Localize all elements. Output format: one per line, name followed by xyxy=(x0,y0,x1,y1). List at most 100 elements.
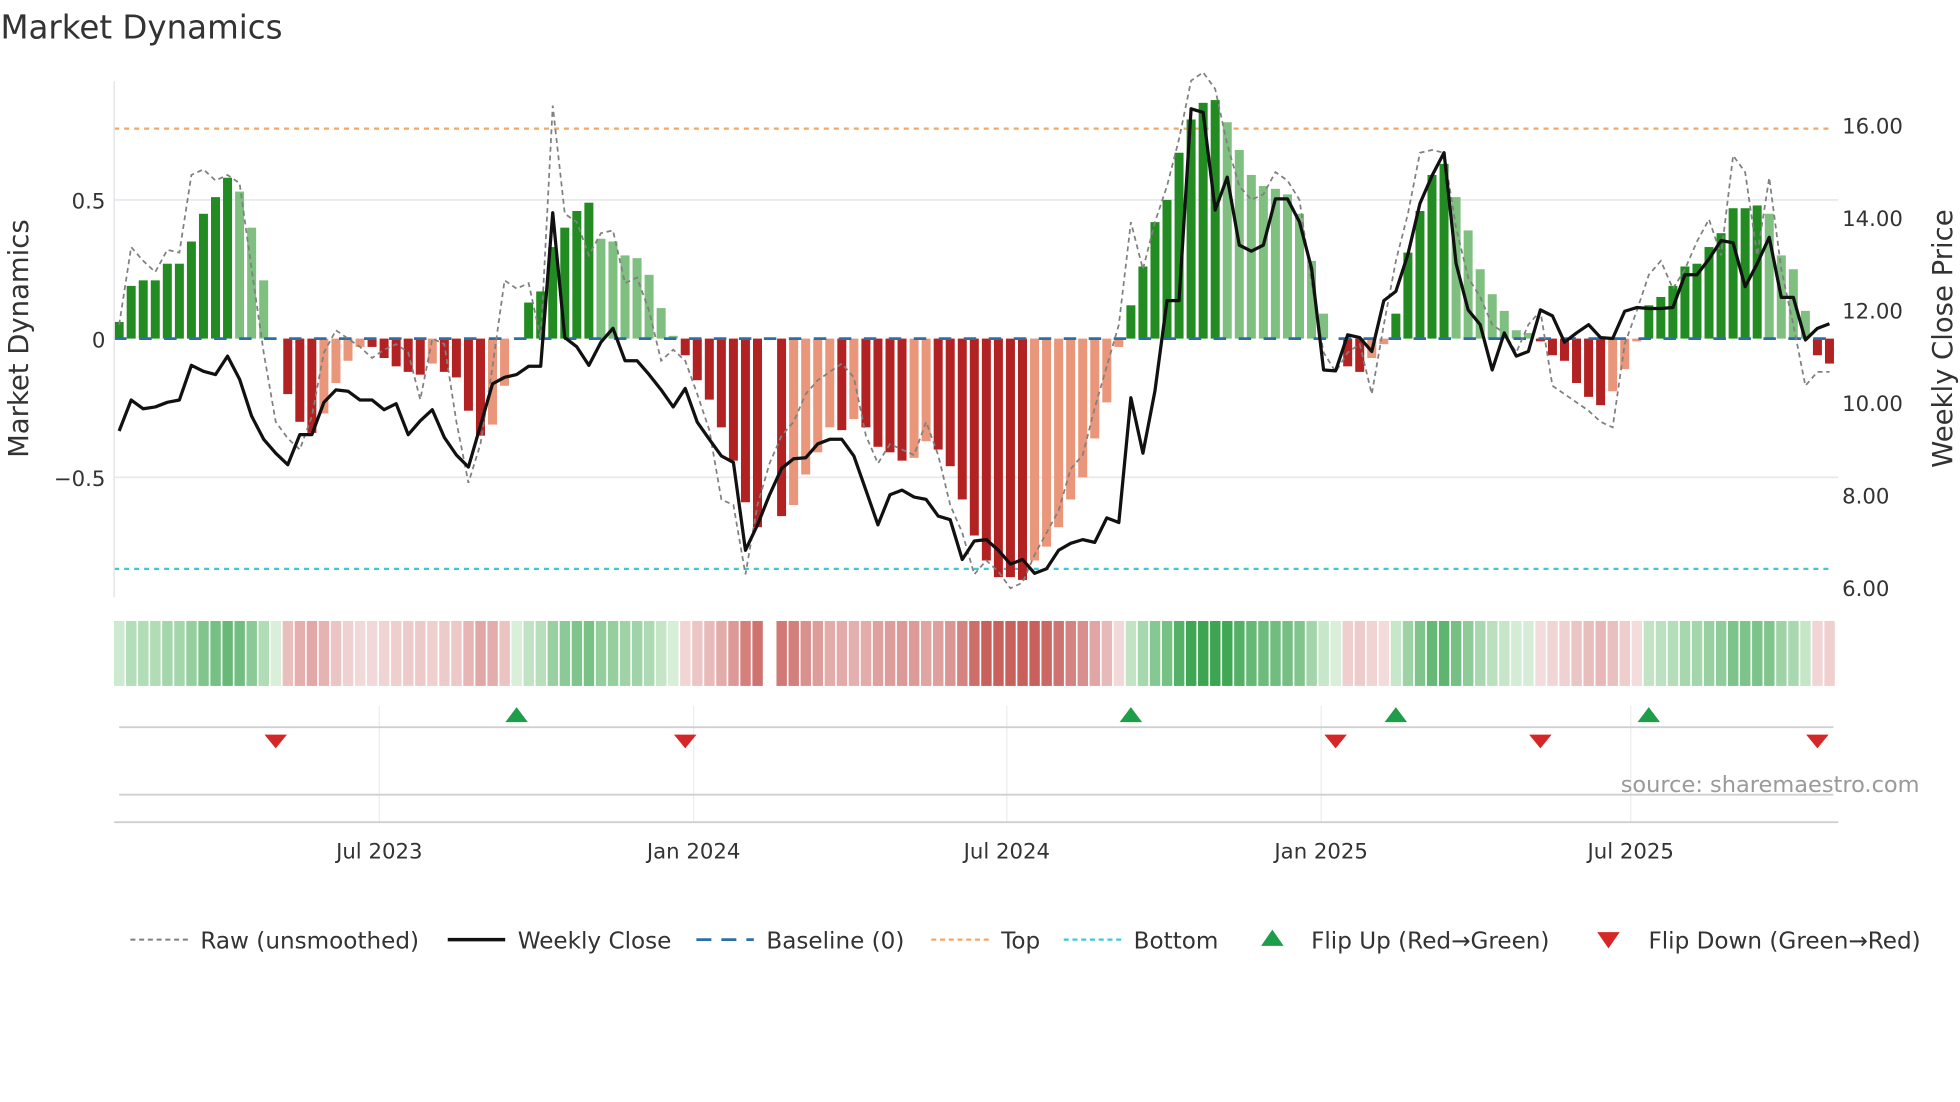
strip-cell xyxy=(547,620,559,686)
y-axis-label: Market Dynamics xyxy=(3,219,35,458)
strip-cell xyxy=(872,620,884,686)
strip-cell xyxy=(583,620,595,686)
strip-cell xyxy=(1089,620,1101,686)
strip-cell xyxy=(740,620,751,686)
strip-cell xyxy=(1053,620,1064,686)
strip-cell xyxy=(981,620,992,686)
dynamics-bar xyxy=(138,280,148,339)
strip-cell xyxy=(270,620,282,686)
dynamics-bar xyxy=(656,308,666,339)
dynamics-bar xyxy=(1463,230,1473,339)
dynamics-bar xyxy=(969,338,979,536)
dynamics-bar xyxy=(680,338,690,356)
strip-cell xyxy=(656,620,667,686)
dynamics-bar xyxy=(933,338,943,450)
strip-cell xyxy=(1559,620,1570,686)
strip-cell xyxy=(1607,620,1618,686)
strip-cell xyxy=(1727,620,1739,686)
dynamics-bar xyxy=(1210,100,1220,339)
strip-cell xyxy=(1667,620,1679,686)
strip-cell xyxy=(908,620,920,686)
strip-cell xyxy=(993,620,1004,686)
strip-cell xyxy=(222,620,233,686)
dynamics-bar xyxy=(1656,296,1666,339)
strip-cell xyxy=(836,620,848,686)
dynamics-bar xyxy=(1126,305,1136,339)
dynamics-bar xyxy=(1728,208,1738,339)
dynamics-bar xyxy=(1246,174,1256,339)
x-tick-label: Jan 2025 xyxy=(1272,839,1368,864)
dynamics-bar xyxy=(1668,285,1678,339)
flip-down-marker xyxy=(1806,734,1829,749)
dynamics-bar xyxy=(126,285,136,339)
x-tick-label: Jul 2025 xyxy=(1586,839,1674,864)
strip-cell xyxy=(1294,620,1305,686)
strip-cell xyxy=(1511,620,1522,686)
strip-cell xyxy=(692,620,703,686)
y-tick-label: 0 xyxy=(92,328,106,353)
x-tick-label: Jul 2023 xyxy=(334,839,422,864)
strip-cell xyxy=(427,620,438,686)
dynamics-bar xyxy=(1415,211,1425,339)
chart-title: Market Dynamics xyxy=(0,9,282,47)
strip-cell xyxy=(1173,620,1185,686)
strip-cell xyxy=(306,620,318,686)
strip-cell xyxy=(921,620,932,686)
strip-cell xyxy=(1475,620,1486,686)
dynamics-bar xyxy=(644,274,654,339)
dynamics-bar xyxy=(1150,222,1160,339)
y2-tick-label: 10.00 xyxy=(1842,392,1903,417)
dynamics-bar xyxy=(223,177,233,339)
strip-cell xyxy=(378,620,390,686)
strip-cell xyxy=(1655,620,1667,686)
strip-cell xyxy=(1800,620,1811,686)
strip-cell xyxy=(668,620,679,686)
dynamics-bar xyxy=(1608,338,1618,392)
legend-label: Flip Down (Green→Red) xyxy=(1648,928,1920,954)
dynamics-bar xyxy=(1812,338,1822,356)
legend-label: Bottom xyxy=(1134,928,1219,954)
strip-cell xyxy=(1438,620,1450,686)
market-dynamics-chart: Market Dynamics 0.5 0 −0.5 16.00 14.00 12.00 1… xyxy=(0,9,1959,955)
strip-cell xyxy=(330,620,342,686)
dynamics-bar xyxy=(1572,338,1582,383)
dynamics-bar xyxy=(596,238,606,339)
dynamics-bar xyxy=(1282,194,1292,339)
dynamics-bar xyxy=(174,263,184,339)
strip-cell xyxy=(680,620,691,686)
strip-cell xyxy=(535,620,546,686)
strip-cell xyxy=(463,620,474,686)
strip-cell xyxy=(1318,620,1329,686)
strip-cell xyxy=(619,620,631,686)
strip-cell xyxy=(800,620,811,686)
strip-cell xyxy=(246,620,257,686)
strip-cell xyxy=(1523,620,1534,686)
flip-down-marker xyxy=(1529,734,1552,749)
strip-cell xyxy=(258,620,269,686)
dynamics-bar xyxy=(1764,213,1774,339)
dynamics-bar xyxy=(1005,338,1015,578)
legend-flip-down-icon xyxy=(1597,932,1620,949)
dynamics-bar xyxy=(1030,338,1040,561)
dynamics-bar xyxy=(451,338,461,378)
dynamics-bar xyxy=(777,338,787,517)
dynamics-bar xyxy=(1017,338,1027,580)
strip-cell xyxy=(1041,620,1052,686)
strip-cell xyxy=(945,620,956,686)
strip-cell xyxy=(1113,620,1125,686)
strip-cell xyxy=(559,620,571,686)
y2-tick-label: 6.00 xyxy=(1842,577,1889,602)
strip-cell xyxy=(234,620,245,686)
dynamics-bar xyxy=(355,338,365,347)
strip-cell xyxy=(848,620,860,686)
strip-cell xyxy=(342,620,354,686)
dynamics-bar xyxy=(150,280,160,339)
dynamics-bar xyxy=(813,338,823,453)
dynamics-bar xyxy=(235,191,245,339)
strip-cell xyxy=(957,620,968,686)
strip-cell xyxy=(1499,620,1510,686)
legend: Raw (unsmoothed) Weekly Close Baseline (0)… xyxy=(130,928,1921,954)
flip-down-marker xyxy=(264,734,287,749)
strip-cell xyxy=(1703,620,1715,686)
strip-cell xyxy=(1017,620,1028,686)
